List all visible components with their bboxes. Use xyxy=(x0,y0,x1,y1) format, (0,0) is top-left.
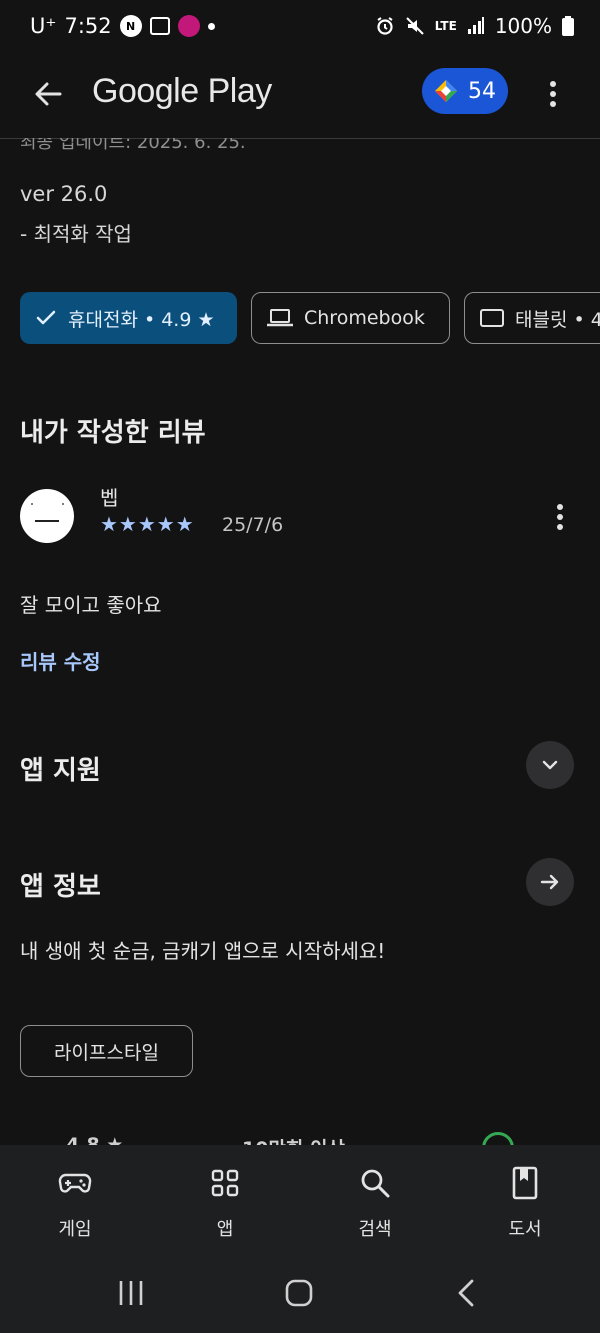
review-date: 25/7/6 xyxy=(222,514,284,536)
nav-label-games: 게임 xyxy=(58,1219,92,1240)
status-right: LTE 100% xyxy=(375,14,574,38)
system-back-icon[interactable] xyxy=(452,1277,482,1309)
back-arrow-icon[interactable] xyxy=(30,76,66,112)
notification-calendar-icon xyxy=(149,17,170,35)
bottom-navigation: 게임 앱 검색 도서 xyxy=(0,1145,600,1255)
carrier-label: U⁺ xyxy=(30,14,57,38)
review-options-icon[interactable] xyxy=(548,500,572,534)
battery-level: 100% xyxy=(494,14,552,38)
clock: 7:52 xyxy=(64,14,112,38)
app-support-expand-button[interactable] xyxy=(526,741,574,789)
status-bar: U⁺ 7:52 N LTE 100% xyxy=(0,0,600,56)
google-play-logo: Google Play xyxy=(92,72,272,110)
play-points-diamond-icon xyxy=(435,80,457,102)
system-navigation-bar xyxy=(0,1255,600,1333)
check-icon xyxy=(36,310,56,325)
edit-review-link[interactable]: 리뷰 수정 xyxy=(20,646,101,675)
notification-app-icon xyxy=(177,15,200,37)
play-points-button[interactable]: 54 xyxy=(422,68,508,114)
nav-item-search[interactable]: 검색 xyxy=(300,1145,450,1255)
review-author: 벱 xyxy=(100,486,119,510)
review-text: 잘 모이고 좋아요 xyxy=(20,593,162,617)
network-type: LTE xyxy=(434,19,457,33)
review-stars: ★★★★★ xyxy=(100,512,195,536)
notification-n-icon: N xyxy=(119,15,142,37)
avatar-face-icon xyxy=(31,503,64,522)
device-chip-tablet[interactable]: 태블릿 • 4 xyxy=(464,292,600,344)
version-text: ver 26.0 xyxy=(20,182,108,206)
device-chip-chromebook[interactable]: Chromebook xyxy=(251,292,450,344)
alarm-icon xyxy=(377,17,393,35)
app-support-title: 앱 지원 xyxy=(20,756,101,786)
home-icon[interactable] xyxy=(282,1277,316,1309)
category-chip[interactable]: 라이프스타일 xyxy=(20,1025,193,1077)
nav-item-games[interactable]: 게임 xyxy=(0,1145,150,1255)
device-chip-label: 태블릿 • 4 xyxy=(515,308,600,331)
nav-item-apps[interactable]: 앱 xyxy=(150,1145,300,1255)
gamepad-icon xyxy=(58,1173,92,1193)
apps-grid-icon xyxy=(211,1169,239,1197)
more-options-icon[interactable] xyxy=(540,76,566,112)
signal-icon xyxy=(467,17,484,34)
mute-icon xyxy=(406,17,424,35)
laptop-icon xyxy=(267,309,293,327)
status-left: U⁺ 7:52 N xyxy=(30,14,215,38)
nav-item-books[interactable]: 도서 xyxy=(450,1145,600,1255)
device-chip-label: 휴대전화 • 4.9 ★ xyxy=(68,308,215,331)
device-chip-label: Chromebook xyxy=(304,307,425,329)
app-info-title: 앱 정보 xyxy=(20,872,101,902)
avatar xyxy=(20,489,74,543)
nav-label-apps: 앱 xyxy=(216,1219,234,1240)
recent-apps-icon[interactable] xyxy=(114,1277,148,1309)
battery-icon xyxy=(562,16,574,36)
nav-label-books: 도서 xyxy=(508,1219,542,1240)
more-notifications-dot-icon xyxy=(207,22,215,30)
top-app-bar: Google Play 54 xyxy=(0,56,600,139)
book-icon xyxy=(512,1166,538,1200)
arrow-right-icon xyxy=(540,874,559,890)
device-chip-phone[interactable]: 휴대전화 • 4.9 ★ xyxy=(20,292,237,344)
tablet-icon xyxy=(480,309,504,327)
app-description: 내 생애 첫 순금, 금캐기 앱으로 시작하세요! xyxy=(20,939,386,963)
app-info-open-button[interactable] xyxy=(526,858,574,906)
chevron-down-icon xyxy=(542,760,558,770)
nav-label-search: 검색 xyxy=(358,1219,392,1240)
release-note: - 최적화 작업 xyxy=(20,222,132,246)
play-points-count: 54 xyxy=(468,78,496,104)
my-review-title: 내가 작성한 리뷰 xyxy=(20,418,206,448)
search-icon xyxy=(361,1169,390,1198)
